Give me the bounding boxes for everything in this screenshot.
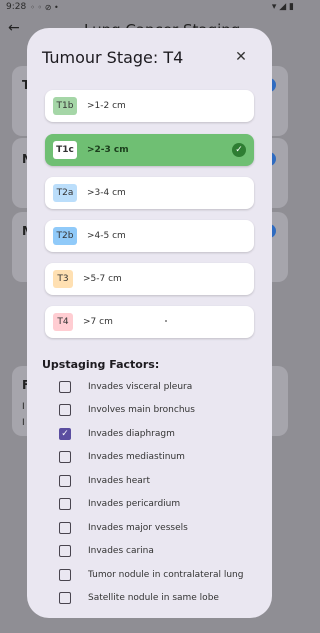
checkbox-checked[interactable]: ✓	[59, 428, 71, 440]
background-card-sub: I	[22, 418, 25, 428]
status-bar: 9:28 ◦ ◦ ⊘ • ▾ ◢ ▮	[0, 0, 300, 14]
factor-heart[interactable]: Invades heart	[59, 473, 150, 489]
checkbox[interactable]	[59, 451, 71, 463]
stage-badge: T3	[53, 270, 73, 288]
factor-label: Invades major vessels	[88, 523, 188, 533]
stage-option-t2b[interactable]: T2b >4-5 cm	[45, 220, 254, 252]
stage-badge: T1c	[53, 141, 77, 159]
factor-label: Invades pericardium	[88, 499, 181, 509]
factor-main-bronchus[interactable]: Involves main bronchus	[59, 402, 195, 418]
stage-size: >3-4 cm	[87, 188, 126, 198]
checkbox[interactable]	[59, 498, 71, 510]
factor-carina[interactable]: Invades carina	[59, 543, 154, 559]
dialog-title: Tumour Stage: T4	[42, 48, 184, 67]
factor-visceral-pleura[interactable]: Invades visceral pleura	[59, 379, 192, 395]
upstaging-factors-title: Upstaging Factors:	[42, 358, 160, 371]
stage-option-t1b[interactable]: T1b >1-2 cm	[45, 90, 254, 122]
factor-satellite-nodule[interactable]: Satellite nodule in same lobe	[59, 590, 219, 606]
back-arrow-icon[interactable]: ←	[8, 20, 20, 36]
stage-option-t2a[interactable]: T2a >3-4 cm	[45, 177, 254, 209]
stage-option-t1c[interactable]: T1c >2-3 cm ✓	[45, 134, 254, 166]
factor-major-vessels[interactable]: Invades major vessels	[59, 520, 188, 536]
factor-label: Tumor nodule in contralateral lung	[88, 570, 244, 580]
status-icons: ◦ ◦ ⊘ •	[30, 2, 59, 12]
factor-label: Invades mediastinum	[88, 452, 185, 462]
stage-size: >1-2 cm	[87, 101, 126, 111]
stage-size: >2-3 cm	[87, 145, 129, 155]
factor-pericardium[interactable]: Invades pericardium	[59, 496, 180, 512]
checkbox[interactable]	[59, 592, 71, 604]
factor-contralateral-nodule[interactable]: Tumor nodule in contralateral lung	[59, 567, 243, 583]
factor-mediastinum[interactable]: Invades mediastinum	[59, 449, 185, 465]
stage-size: >7 cm	[83, 317, 113, 327]
factor-label: Invades carina	[88, 546, 154, 556]
factor-label: Invades diaphragm	[88, 429, 175, 439]
factor-label: Invades heart	[88, 476, 150, 486]
stage-badge: T2a	[53, 184, 77, 202]
stage-option-t4[interactable]: T4 >7 cm	[45, 306, 254, 338]
stage-badge: T1b	[53, 97, 77, 115]
factor-label: Involves main bronchus	[88, 405, 195, 415]
factor-diaphragm[interactable]: ✓ Invades diaphragm	[59, 426, 175, 442]
checkbox[interactable]	[59, 475, 71, 487]
close-icon[interactable]: ✕	[233, 49, 249, 65]
stage-size: >4-5 cm	[87, 231, 126, 241]
factor-label: Invades visceral pleura	[88, 382, 193, 392]
checkbox[interactable]	[59, 545, 71, 557]
stage-size: >5-7 cm	[83, 274, 122, 284]
checkbox[interactable]	[59, 569, 71, 581]
background-card-sub: I	[22, 402, 25, 412]
check-circle-icon: ✓	[232, 143, 246, 157]
stage-badge: T2b	[53, 227, 77, 245]
stage-option-t3[interactable]: T3 >5-7 cm	[45, 263, 254, 295]
status-right-icons: ▾ ◢ ▮	[271, 2, 294, 12]
checkbox[interactable]	[59, 404, 71, 416]
stage-badge: T4	[53, 313, 73, 331]
checkbox[interactable]	[59, 381, 71, 393]
checkbox[interactable]	[59, 522, 71, 534]
tumour-stage-dialog: Tumour Stage: T4 ✕ T1b >1-2 cm T1c >2-3 …	[27, 28, 272, 618]
status-time: 9:28	[6, 2, 27, 12]
dot	[165, 320, 167, 322]
factor-label: Satellite nodule in same lobe	[88, 593, 219, 603]
